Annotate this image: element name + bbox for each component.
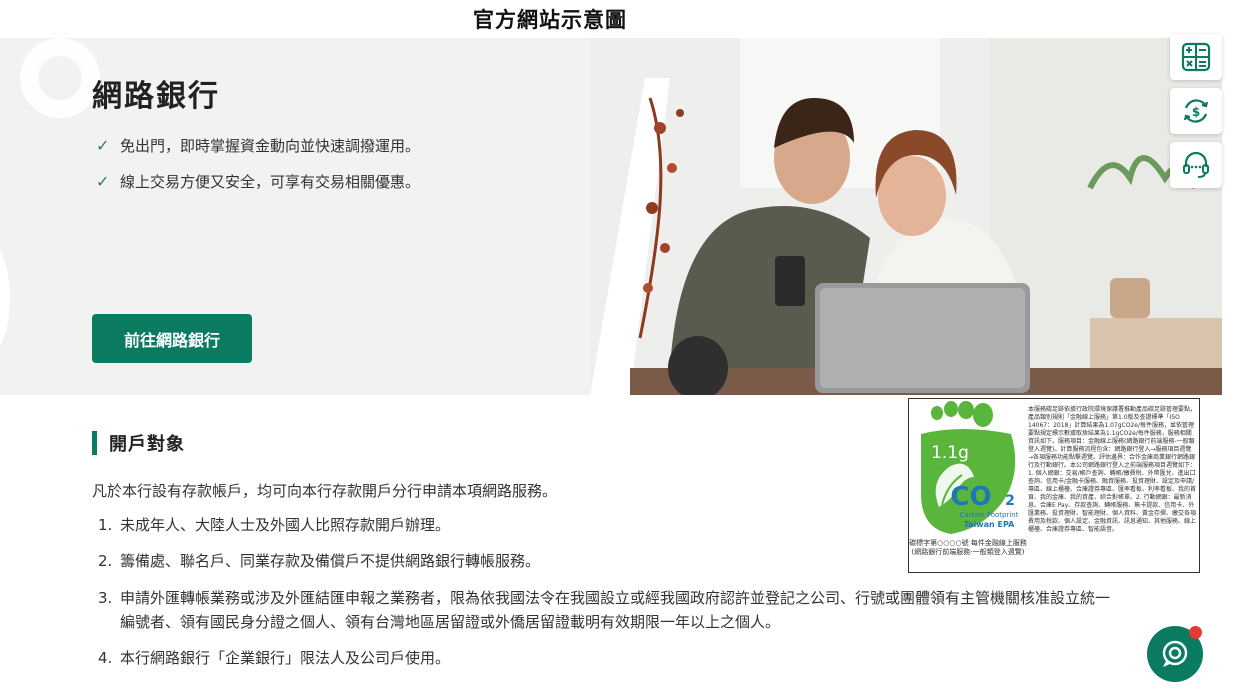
rule-number: 3. (98, 589, 113, 607)
co2-text: CO (950, 482, 991, 512)
calculator-icon (1181, 42, 1211, 72)
rule-number: 1. (98, 516, 113, 534)
rule-text: 申請外匯轉帳業務或涉及外匯結匯申報之業務者，限為依我國法令在我國設立或經我國政府… (120, 589, 1111, 631)
rule-item: 3. 申請外匯轉帳業務或涉及外匯結匯申報之業務者，限為依我國法令在我國設立或經我… (98, 586, 1120, 634)
section-accent-bar (92, 431, 97, 455)
currency-exchange-icon: $ (1183, 99, 1209, 123)
currency-exchange-button[interactable]: $ (1170, 88, 1222, 134)
customer-service-icon (1183, 151, 1209, 178)
customer-service-button[interactable] (1170, 142, 1222, 188)
hero-banner: 網路銀行 ✓ 免出門，即時掌握資金動向並快速調撥運用。 ✓ 線上交易方便又安全，… (0, 38, 1222, 395)
go-to-online-banking-button[interactable]: 前往網路銀行 (92, 314, 252, 363)
carbon-value: 1.1g (931, 443, 969, 463)
hero-point: ✓ 線上交易方便又安全，可享有交易相關優惠。 (96, 171, 420, 192)
hero-point-text: 免出門，即時掌握資金動向並快速調撥運用。 (120, 137, 421, 155)
carbon-agency: Taiwan EPA (964, 520, 1015, 529)
decorative-arc (0, 238, 10, 358)
notification-dot (1189, 626, 1202, 639)
decorative-ring (20, 38, 100, 118)
chat-icon (1162, 640, 1188, 667)
rule-number: 2. (98, 552, 113, 570)
carbon-footprint-logo: 1.1g CO 2 Carbon Footprint Taiwan EPA (921, 401, 1019, 534)
hero-title: 網路銀行 (92, 79, 220, 114)
co2-subscript: 2 (1005, 493, 1015, 509)
section-title: 開戶對象 (109, 434, 185, 455)
calculator-button[interactable] (1170, 34, 1222, 80)
rule-number: 4. (98, 649, 113, 667)
carbon-subtitle: Carbon Footprint (960, 511, 1019, 519)
carbon-description: 本服務碳足跡依據行政院環境保護署推動產品碳足跡管理要點，產品類別規則「金融線上服… (1028, 406, 1197, 533)
section-intro: 凡於本行設有存款帳戶，均可向本行存款開戶分行申請本項網路服務。 (92, 482, 558, 500)
hero-photo (590, 38, 1222, 395)
check-icon: ✓ (96, 136, 110, 155)
carbon-footprint-label: 1.1g CO 2 Carbon Footprint Taiwan EPA 碳標… (908, 398, 1200, 573)
hero-point-text: 線上交易方便又安全，可享有交易相關優惠。 (120, 173, 421, 191)
page-caption: 官方網站示意圖 (473, 8, 627, 32)
section-header: 開戶對象 (92, 430, 185, 456)
quick-tools: $ (1170, 34, 1224, 190)
hero-point: ✓ 免出門，即時掌握資金動向並快速調撥運用。 (96, 135, 420, 156)
rule-item: 4. 本行網路銀行「企業銀行」限法人及公司戶使用。 (98, 646, 1120, 670)
carbon-caption: 碳標字第○○○○號 每件金融線上服務 (網路銀行前端服務-一般類登入週覽) (909, 539, 1027, 556)
check-icon: ✓ (96, 172, 110, 191)
svg-text:$: $ (1192, 105, 1200, 119)
rule-text: 本行網路銀行「企業銀行」限法人及公司戶使用。 (120, 649, 451, 667)
